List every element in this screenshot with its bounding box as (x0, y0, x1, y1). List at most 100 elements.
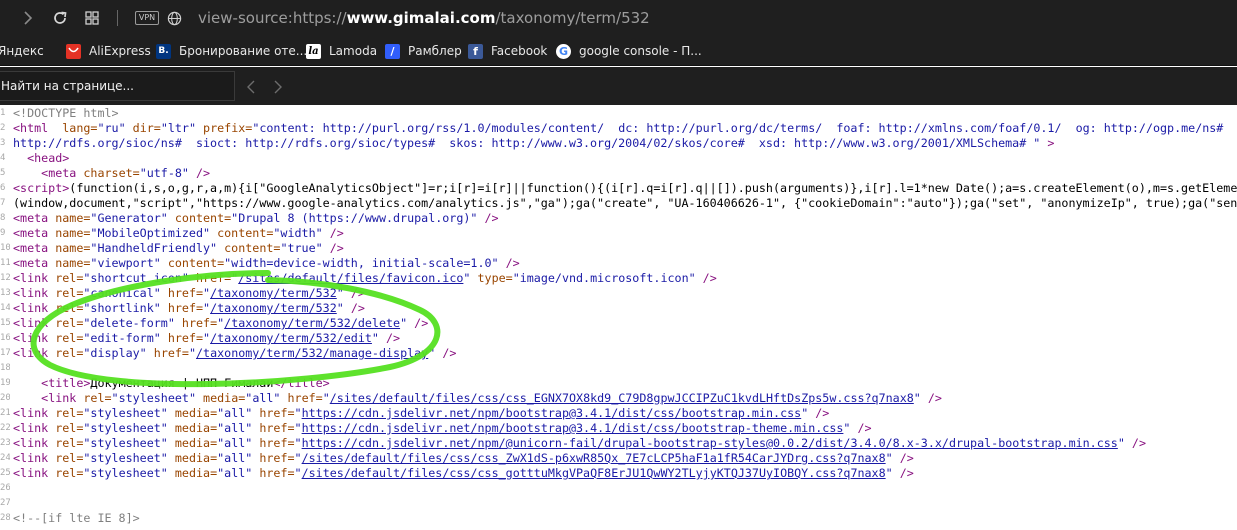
line-number: 12 (0, 273, 10, 283)
line-number: 15 (0, 318, 10, 328)
line-number: 20 (0, 393, 10, 403)
source-token: /> (322, 241, 344, 255)
source-line: <link rel="stylesheet" media="all" href=… (13, 391, 1237, 406)
source-token: "edit-form" (83, 331, 161, 345)
source-link[interactable]: /taxonomy/term/532/manage-display (196, 346, 428, 360)
source-link[interactable]: https://cdn.jsdelivr.net/npm/@unicorn-fa… (302, 436, 1118, 450)
source-token (196, 121, 203, 135)
source-token: rel= (83, 391, 112, 405)
source-token: /> (920, 391, 942, 405)
source-token: <link (13, 346, 56, 360)
source-token: rel= (55, 421, 84, 435)
source-token: (window,document,"script","https://www.g… (13, 196, 1237, 210)
bookmark-booking[interactable]: B. Бронирование оте... (156, 43, 307, 59)
source-link[interactable]: /sites/default/files/favicon.ico (238, 271, 463, 285)
rambler-icon: / (385, 43, 400, 59)
bookmark-label: google console - П... (579, 44, 702, 58)
google-icon: G (556, 43, 571, 59)
find-next-icon[interactable] (273, 80, 285, 94)
line-number: 2 (0, 123, 6, 133)
source-token: <link (13, 451, 56, 465)
source-token: " (188, 346, 197, 360)
source-link[interactable]: /sites/default/files/css/css_EGNX7OX8kd9… (330, 391, 914, 405)
bookmark-lamoda[interactable]: la Lamoda (306, 43, 377, 59)
bookmark-rambler[interactable]: / Рамблер (385, 43, 462, 59)
source-link[interactable]: https://cdn.jsdelivr.net/npm/bootstrap@3… (302, 421, 844, 435)
source-token (161, 286, 168, 300)
source-token: " (336, 301, 344, 315)
source-token: <!DOCTYPE html> (13, 106, 119, 120)
vpn-badge[interactable]: VPN (135, 11, 159, 25)
source-token: <meta (13, 241, 56, 255)
source-link[interactable]: /taxonomy/term/532 (210, 286, 337, 300)
source-token: rel= (55, 406, 84, 420)
source-token: <link (13, 421, 56, 435)
reload-icon[interactable] (51, 8, 69, 28)
tabs-grid-icon[interactable] (84, 8, 100, 28)
forward-icon[interactable] (20, 8, 36, 28)
source-token: name= (55, 256, 91, 270)
source-line: <link rel="delete-form" href="/taxonomy/… (13, 316, 1237, 331)
source-token: <link (13, 301, 56, 315)
source-link[interactable]: https://cdn.jsdelivr.net/npm/bootstrap@3… (302, 406, 802, 420)
source-token: href= (259, 421, 295, 435)
bookmark-facebook[interactable]: f Facebook (468, 43, 547, 59)
source-token: " (913, 391, 921, 405)
source-link[interactable]: /taxonomy/term/532 (210, 301, 337, 315)
source-token: media= (174, 466, 218, 480)
bookmark-google-console[interactable]: G google console - П... (556, 43, 702, 59)
source-link[interactable]: /taxonomy/term/532/edit (210, 331, 372, 345)
source-token: /> (1124, 436, 1146, 450)
line-number: 21 (0, 408, 10, 418)
source-line: <meta name="MobileOptimized" content="wi… (13, 226, 1237, 241)
source-link[interactable]: /taxonomy/term/532/delete (224, 316, 400, 330)
source-line: <title>Документация | НПП Гималаи</title… (13, 376, 1237, 391)
source-token: href= (167, 286, 204, 300)
url-field[interactable]: view-source:https://www.gimalai.com/taxo… (198, 9, 650, 27)
source-line: <!--[if lte IE 8]> (13, 511, 1237, 526)
source-token: /> (892, 451, 914, 465)
source-link[interactable]: /sites/default/files/css/css_gotttuMkgVP… (302, 466, 886, 480)
source-token (189, 271, 196, 285)
find-input[interactable] (0, 71, 235, 101)
source-line: <meta charset="utf-8" /> (13, 166, 1237, 181)
source-token: <script> (13, 181, 70, 195)
line-number: 8 (0, 213, 6, 223)
source-line (13, 496, 1237, 511)
bookmark-aliexpress[interactable]: AliExpress (66, 43, 151, 59)
source-token (168, 406, 175, 420)
source-token: href= (167, 331, 204, 345)
source-token: "stylesheet" (111, 391, 196, 405)
source-token: href= (153, 346, 189, 360)
source-token: href= (259, 466, 295, 480)
bookmark-yandex[interactable]: Яндекс (0, 43, 44, 59)
source-line: http://rdfs.org/sioc/ns# sioct: http://r… (13, 136, 1237, 151)
source-token: "image/vnd.microsoft.icon" (512, 271, 696, 285)
source-token: dir= (132, 121, 161, 135)
source-link[interactable]: /sites/default/files/css/css_ZwX1dS-p6xw… (302, 451, 886, 465)
lamoda-icon: la (306, 43, 321, 59)
source-token (168, 436, 175, 450)
source-view: 1 2 3 4 5 6 7 8 9 10 11 12 13 14 15 16 17 18 19 20 21 22 23 24 2… (0, 105, 1237, 530)
source-token: "viewport" (90, 256, 161, 270)
source-token: /> (322, 226, 344, 240)
source-token: " (294, 406, 302, 420)
source-token: /> (343, 301, 365, 315)
source-token: " (1117, 436, 1125, 450)
source-token: name= (55, 241, 91, 255)
aliexpress-icon (66, 43, 81, 59)
source-token: <link (13, 406, 56, 420)
bookmark-label: Яндекс (0, 44, 44, 58)
source-token: "stylesheet" (83, 421, 168, 435)
find-previous-icon[interactable] (246, 80, 258, 94)
source-token: "all" (217, 406, 253, 420)
source-token: "canonical" (83, 286, 161, 300)
globe-icon[interactable] (166, 8, 182, 28)
line-number: 5 (0, 168, 6, 178)
source-token: "stylesheet" (83, 451, 168, 465)
line-number: 23 (0, 438, 10, 448)
source-token: "all" (217, 466, 253, 480)
bookmark-label: AliExpress (89, 44, 151, 58)
booking-icon: B. (156, 43, 171, 59)
source-token (168, 211, 175, 225)
